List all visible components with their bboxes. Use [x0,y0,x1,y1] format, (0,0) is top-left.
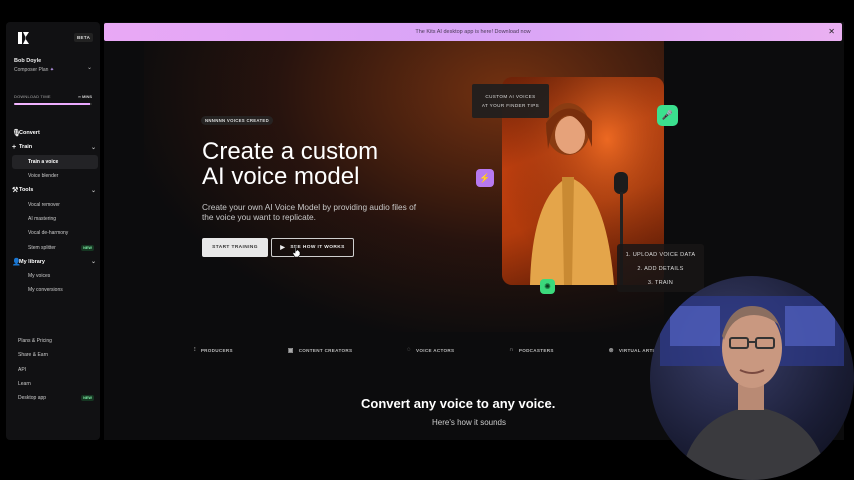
category-producers[interactable]: ⫶ PRODUCERS [194,347,233,354]
section-title: Convert any voice to any voice. [361,396,556,411]
beta-badge: BETA [74,33,94,42]
user-icon: 👤 [12,258,21,266]
category-voice-actors[interactable]: ◌ VOICE ACTORS [407,347,454,353]
sidebar-item-stem-splitter[interactable]: Stem splitter NEW [12,240,98,254]
finder-tips-line-1: CUSTOM AI VOICES [485,94,536,99]
step-train: 3. TRAIN [647,280,674,286]
chevron-down-icon: ⌄ [90,187,96,194]
audience-categories: ⫶ PRODUCERS ▣ CONTENT CREATORS ◌ VOICE ACTO… [194,340,664,360]
sidebar-item-train-a-voice[interactable]: Train a voice [12,154,98,169]
sidebar-item-my-library[interactable]: 👤 My library ⌄ [12,255,98,269]
chevron-down-icon: ⌄ [90,259,96,266]
download-progress-fill [14,103,91,105]
user-plan: Composer Plan ✦ [14,67,94,73]
start-training-button[interactable]: START TRAINING [202,238,268,257]
presenter-video [660,296,844,480]
step-upload-voice-data: 1. UPLOAD VOICE DATA [625,252,696,258]
sidebar-link-label: Learn [18,381,31,388]
chevron-down-icon[interactable]: ⌄ [87,64,92,71]
sidebar-bottom-links: Plans & Pricing Share & Earn API Learn D… [12,334,98,405]
step-add-details: 2. ADD DETAILS [637,266,684,272]
page-title: Create a custom AI voice model [202,139,378,189]
sidebar-item-label: My conversions [28,287,63,294]
sidebar-link-api[interactable]: API [12,363,98,377]
page-title-line-1: Create a custom [202,138,379,165]
sidebar-item-my-voices[interactable]: My voices [12,269,98,283]
sidebar-item-my-conversions[interactable]: My conversions [12,283,98,297]
sidebar-item-label: AI mastering [28,215,57,222]
sidebar-item-voice-blender[interactable]: Voice blender [12,169,98,183]
film-icon: ▣ [287,347,294,354]
sidebar-link-label: Share & Earn [18,352,49,359]
new-badge: NEW [81,244,94,251]
finder-tips-card: CUSTOM AI VOICES AT YOUR FINDER TIPS [472,84,549,118]
training-steps-card: 1. UPLOAD VOICE DATA 2. ADD DETAILS 3. T… [617,244,704,292]
download-progress-bar [14,103,92,105]
mic-icon: 🎤 [657,105,678,126]
sidebar-item-label: Train a voice [28,158,59,165]
kits-logo-icon[interactable] [18,32,30,44]
sidebar-item-label: Tools [19,187,34,194]
download-time: DOWNLOAD TIME ∞ MINS [14,94,92,105]
see-how-it-works-button[interactable]: ▶ SEE HOW IT WORKS [271,238,354,257]
sidebar-item-label: My voices [28,273,51,280]
page-title-line-2: AI voice model [202,163,360,190]
category-podcasters[interactable]: ∩ PODCASTERS [509,347,554,353]
plus-icon: + [12,143,17,151]
sidebar-item-label: Convert [19,130,40,137]
speech-icon: ◌ [407,347,412,353]
sidebar-link-label: Desktop app [18,395,47,402]
globe-icon: ⊗ [608,347,614,354]
sparkle-icon: ✦ [49,67,55,73]
sidebar-item-label: Vocal remover [28,201,60,208]
tools-icon: ⚒ [12,187,19,195]
hand-cursor-icon [293,245,301,257]
user-name: Bob Doyle [14,58,42,64]
sidebar-item-label: Stem splitter [28,244,56,251]
mic-icon: 🎙 [12,130,21,138]
close-icon[interactable]: ✕ [828,27,835,36]
sidebar-item-vocal-remover[interactable]: Vocal remover [12,197,98,211]
webcam-overlay [650,276,854,480]
headphones-icon: ∩ [509,347,514,353]
category-label: PODCASTERS [518,347,554,353]
user-menu[interactable]: Bob Doyle Composer Plan ✦ ⌄ [14,58,94,73]
sidebar-item-vocal-de-harmony[interactable]: Vocal de-harmony [12,226,98,240]
sidebar-nav: 🎙 Convert + Train ⌄ Train a voice Voice … [12,126,98,298]
sidebar-item-label: Voice blender [28,173,59,180]
new-badge: NEW [81,395,94,402]
sidebar-item-label: Train [19,144,33,151]
category-content-creators[interactable]: ▣ CONTENT CREATORS [288,347,353,354]
download-time-value: ∞ MINS [78,94,92,99]
sidebar-link-plans-pricing[interactable]: Plans & Pricing [12,334,98,348]
user-plan-label: Composer Plan [14,67,49,73]
play-icon: ▶ [280,245,286,251]
category-label: VOICE ACTORS [416,347,455,353]
chevron-down-icon: ⌄ [90,144,96,151]
sidebar: BETA Bob Doyle Composer Plan ✦ ⌄ DOWNLOA… [6,22,100,440]
voices-created-pill: NNNNNN VOICES CREATED [201,116,273,125]
section-subtitle: Here's how it sounds [432,418,507,427]
category-label: CONTENT CREATORS [298,347,353,353]
category-label: PRODUCERS [200,347,233,353]
sidebar-link-label: API [18,366,27,373]
finder-tips-line-2: AT YOUR FINDER TIPS [481,103,540,108]
announcement-banner[interactable]: The Kits AI desktop app is here! Downloa… [104,23,842,41]
sidebar-link-share-earn[interactable]: Share & Earn [12,348,98,362]
sidebar-item-ai-mastering[interactable]: AI mastering [12,212,98,226]
banner-text[interactable]: The Kits AI desktop app is here! Downloa… [415,29,530,35]
sidebar-item-label: Vocal de-harmony [28,230,69,237]
sidebar-link-label: Plans & Pricing [18,338,52,345]
sidebar-item-tools[interactable]: ⚒ Tools ⌄ [12,183,98,197]
waveform-icon: ✺ [540,279,555,294]
sidebar-link-desktop-app[interactable]: Desktop app NEW [12,391,98,405]
lightning-icon: ⚡ [476,169,494,187]
sliders-icon: ⫶ [194,346,196,353]
sidebar-item-convert[interactable]: 🎙 Convert [12,126,98,140]
hero-description: Create your own AI Voice Model by provid… [202,202,416,222]
sidebar-link-learn[interactable]: Learn [12,377,98,391]
sidebar-item-label: My library [19,258,45,265]
sidebar-item-train[interactable]: + Train ⌄ [12,140,98,154]
